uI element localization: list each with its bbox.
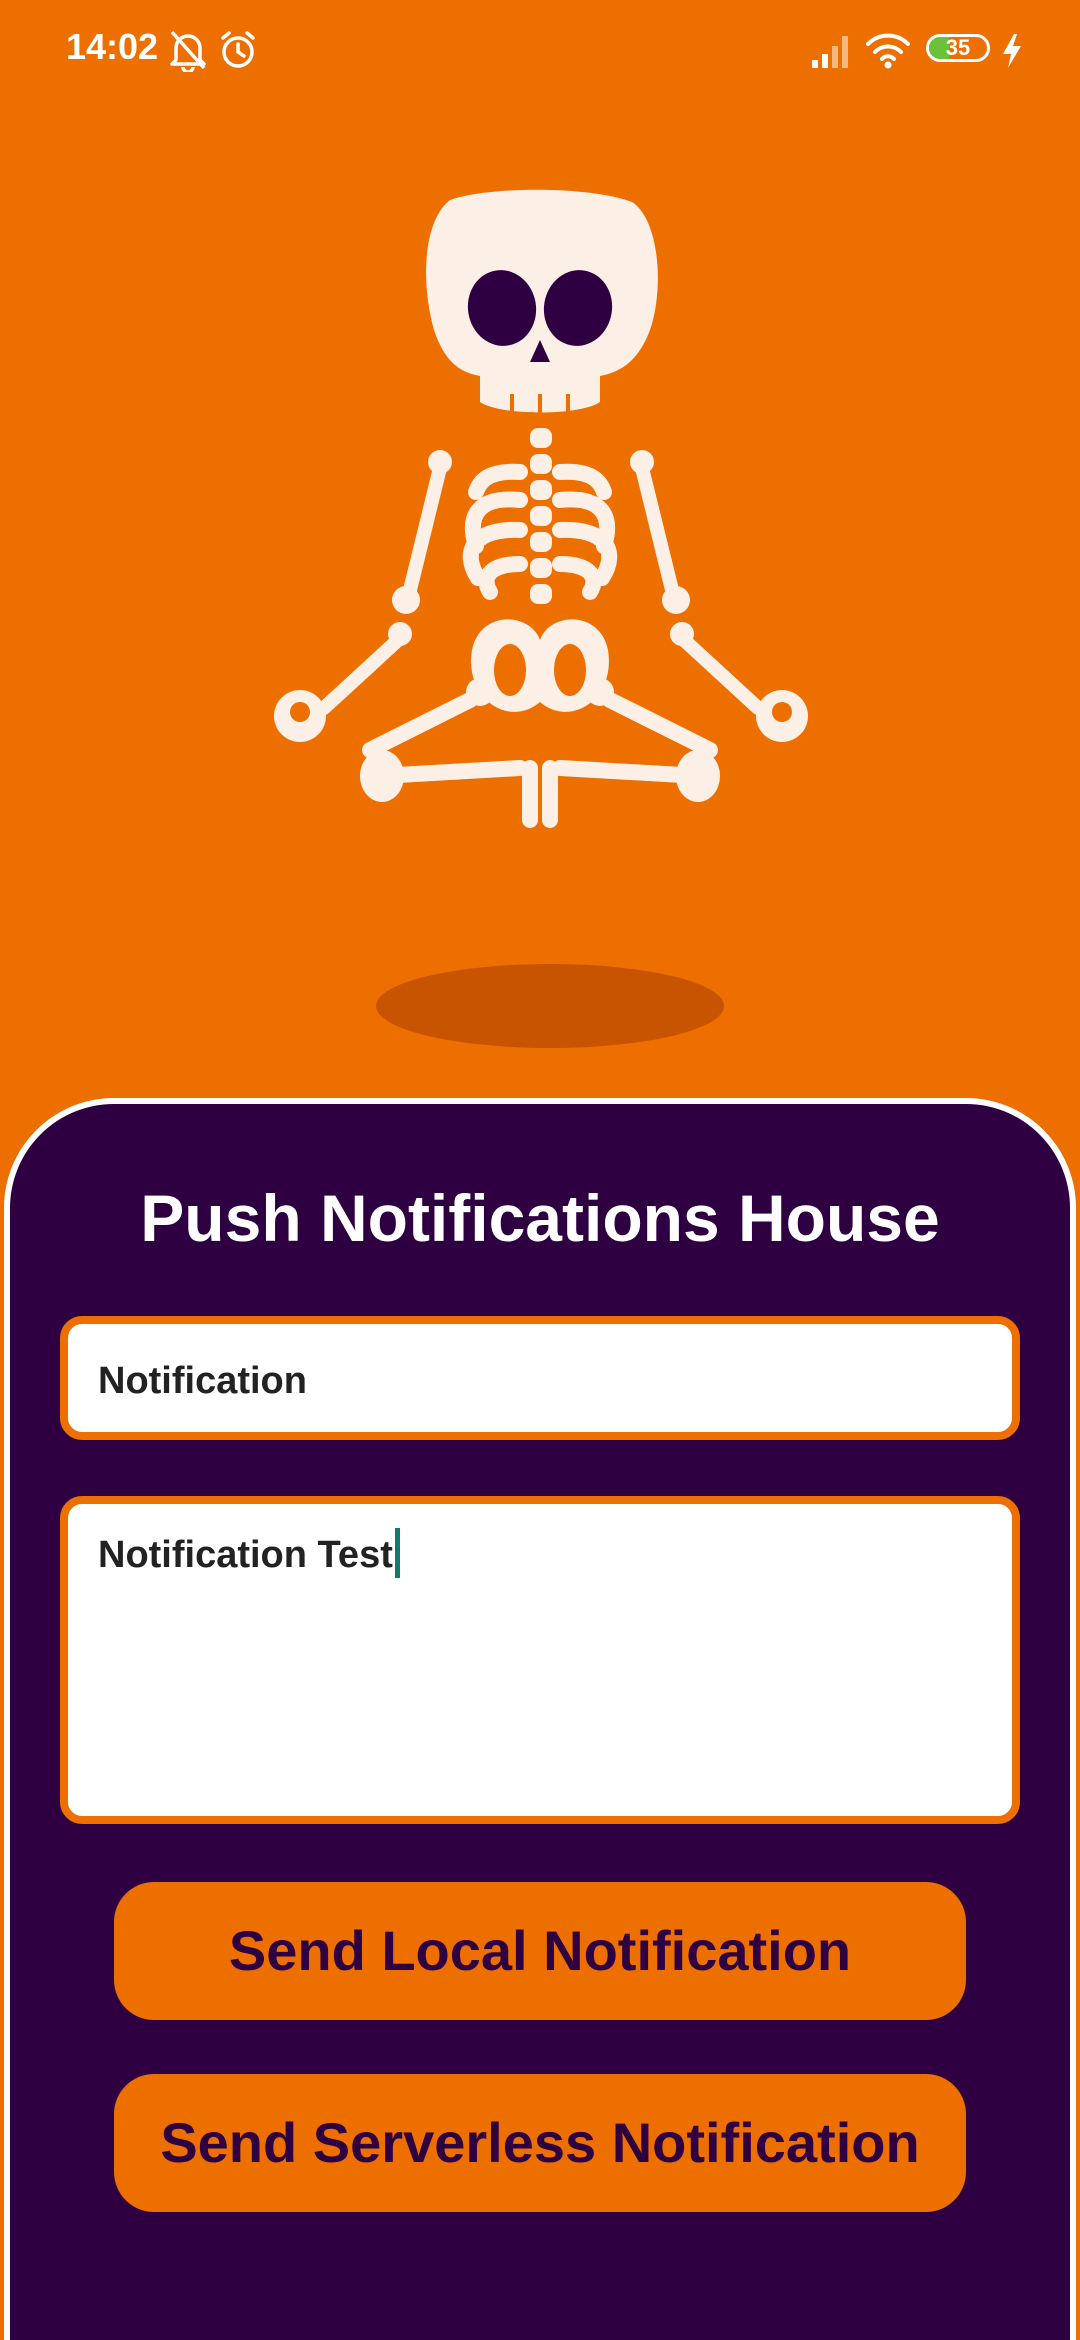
notification-body-value: Notification Test [98, 1534, 393, 1576]
status-bar: 14:02 35 [0, 0, 1080, 100]
text-cursor [394, 1527, 400, 1578]
battery-level: 35 [945, 35, 971, 60]
bell-muted-icon [168, 28, 208, 74]
wifi-icon [866, 28, 910, 72]
skeleton-illustration [240, 180, 840, 1060]
notification-body-line: Notification Test [98, 1527, 400, 1578]
send-serverless-notification-button[interactable]: Send Serverless Notification [114, 2074, 966, 2212]
notification-body-input[interactable]: Notification Test [60, 1496, 1020, 1824]
app-screen: 14:02 35 Push Notifications House Notifi… [0, 0, 1080, 2340]
page-title: Push Notifications House [140, 1181, 940, 1255]
status-time: 14:02 [66, 26, 159, 67]
notification-title-input[interactable]: Notification [60, 1316, 1020, 1440]
charging-icon [1000, 28, 1024, 72]
send-local-notification-button[interactable]: Send Local Notification [114, 1882, 966, 2020]
alarm-icon [218, 28, 258, 72]
notification-title-value: Notification [98, 1360, 307, 1402]
skull [426, 189, 658, 413]
battery-icon: 35 [926, 34, 990, 62]
signal-icon [810, 28, 854, 72]
